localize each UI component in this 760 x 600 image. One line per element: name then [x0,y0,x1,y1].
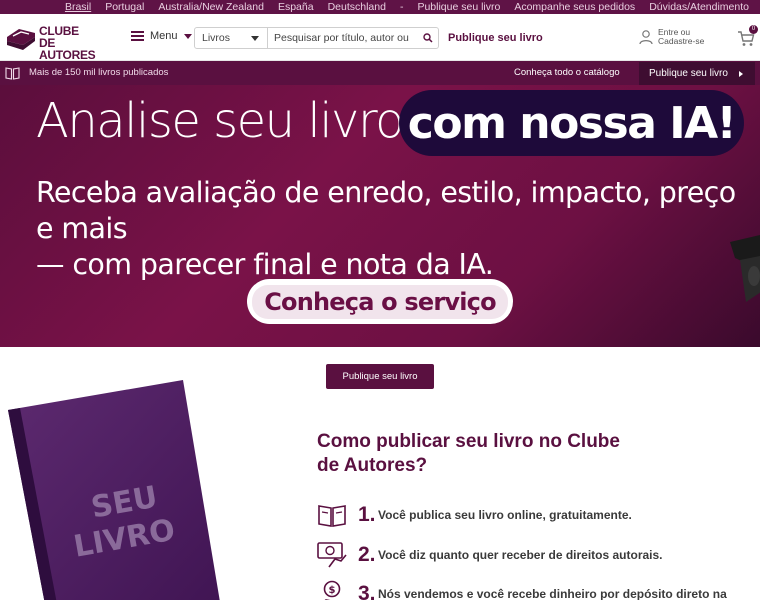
how-to-publish-title: Como publicar seu livro no Clube de Auto… [317,431,620,476]
book-cover-image: SEU LIVRO [8,380,220,600]
cart-button[interactable]: 0 [737,25,758,48]
step-3: $ 3. Nós vendemos e você recebe dinheiro… [317,580,727,600]
user-icon [639,30,653,45]
step-3-text: Nós vendemos e você recebe dinheiro por … [378,587,727,600]
books-count-text: Mais de 150 mil livros publicados [29,67,169,78]
step-2-text: Você diz quanto quer receber de direitos… [378,548,663,562]
country-link-deutschland[interactable]: Deutschland [321,0,393,14]
logo-text: CLUBE DE AUTORES [39,24,96,62]
country-link-brasil[interactable]: Brasil [58,0,98,14]
hero-banner[interactable]: Analise seu livro com nossa IA! Receba a… [0,85,760,347]
topbar-link-orders[interactable]: Acompanhe seus pedidos [507,0,642,14]
site-header: CLUBE DE AUTORES Menu Livros Publique se… [0,14,760,61]
step-2-number: 2. [358,543,376,566]
logo-book-icon [7,29,35,50]
cart-count-badge: 0 [749,25,758,34]
chevron-down-icon [183,33,192,39]
money-hand-icon [317,542,347,568]
country-bar: Brasil Portugal Australia/New Zealand Es… [0,0,760,14]
country-link-australia[interactable]: Australia/New Zealand [151,0,271,14]
svg-text:$: $ [329,585,336,596]
login-link[interactable]: Entre ou Cadastre-se [638,28,704,46]
topbar-link-publish[interactable]: Publique seu livro [410,0,507,14]
menu-button[interactable]: Menu [131,30,192,42]
banner-title-pill: com nossa IA! [399,90,744,156]
search-input[interactable] [268,28,418,48]
coin-hand-icon: $ [323,580,341,600]
step-3-number: 3. [358,582,376,600]
open-book-icon [318,505,346,527]
banner-cta-label: Conheça o serviço [252,284,508,319]
subnav-publish-label: Publique seu livro [649,68,728,79]
hamburger-icon [131,31,144,41]
banner-cta-button[interactable]: Conheça o serviço [247,279,513,324]
step-2: 2. Você diz quanto quer receber de direi… [317,541,663,569]
header-publish-link[interactable]: Publique seu livro [448,32,543,44]
main-publish-button[interactable]: Publique seu livro [326,364,434,389]
menu-label: Menu [150,30,178,42]
step-1-text: Você publica seu livro online, gratuitam… [378,508,632,522]
chevron-right-icon [739,70,743,77]
topbar-link-help[interactable]: Dúvidas/Atendimento [642,0,756,14]
banner-title: Analise seu livro [36,93,404,149]
country-link-portugal[interactable]: Portugal [98,0,151,14]
search-category-value: Livros [202,32,231,44]
search-bar: Livros [194,27,439,49]
search-icon [423,33,433,43]
catalog-link[interactable]: Conheça todo o catálogo [514,67,620,78]
robot-hand-image [730,235,760,302]
country-link-espana[interactable]: España [271,0,321,14]
site-logo[interactable]: CLUBE DE AUTORES [5,23,96,61]
login-text: Entre ou Cadastre-se [658,27,705,46]
subnav-publish-button[interactable]: Publique seu livro [639,62,755,85]
banner-subtitle: Receba avaliação de enredo, estilo, impa… [36,176,736,281]
chevron-down-icon [251,35,259,41]
sub-navigation: Mais de 150 mil livros publicados Conheç… [0,61,760,85]
search-category-select[interactable]: Livros [195,28,268,48]
step-1: 1. Você publica seu livro online, gratui… [317,502,632,528]
search-button[interactable] [418,28,438,48]
step-1-number: 1. [358,503,376,526]
topbar-separator: - [399,1,404,13]
books-icon [5,67,20,80]
